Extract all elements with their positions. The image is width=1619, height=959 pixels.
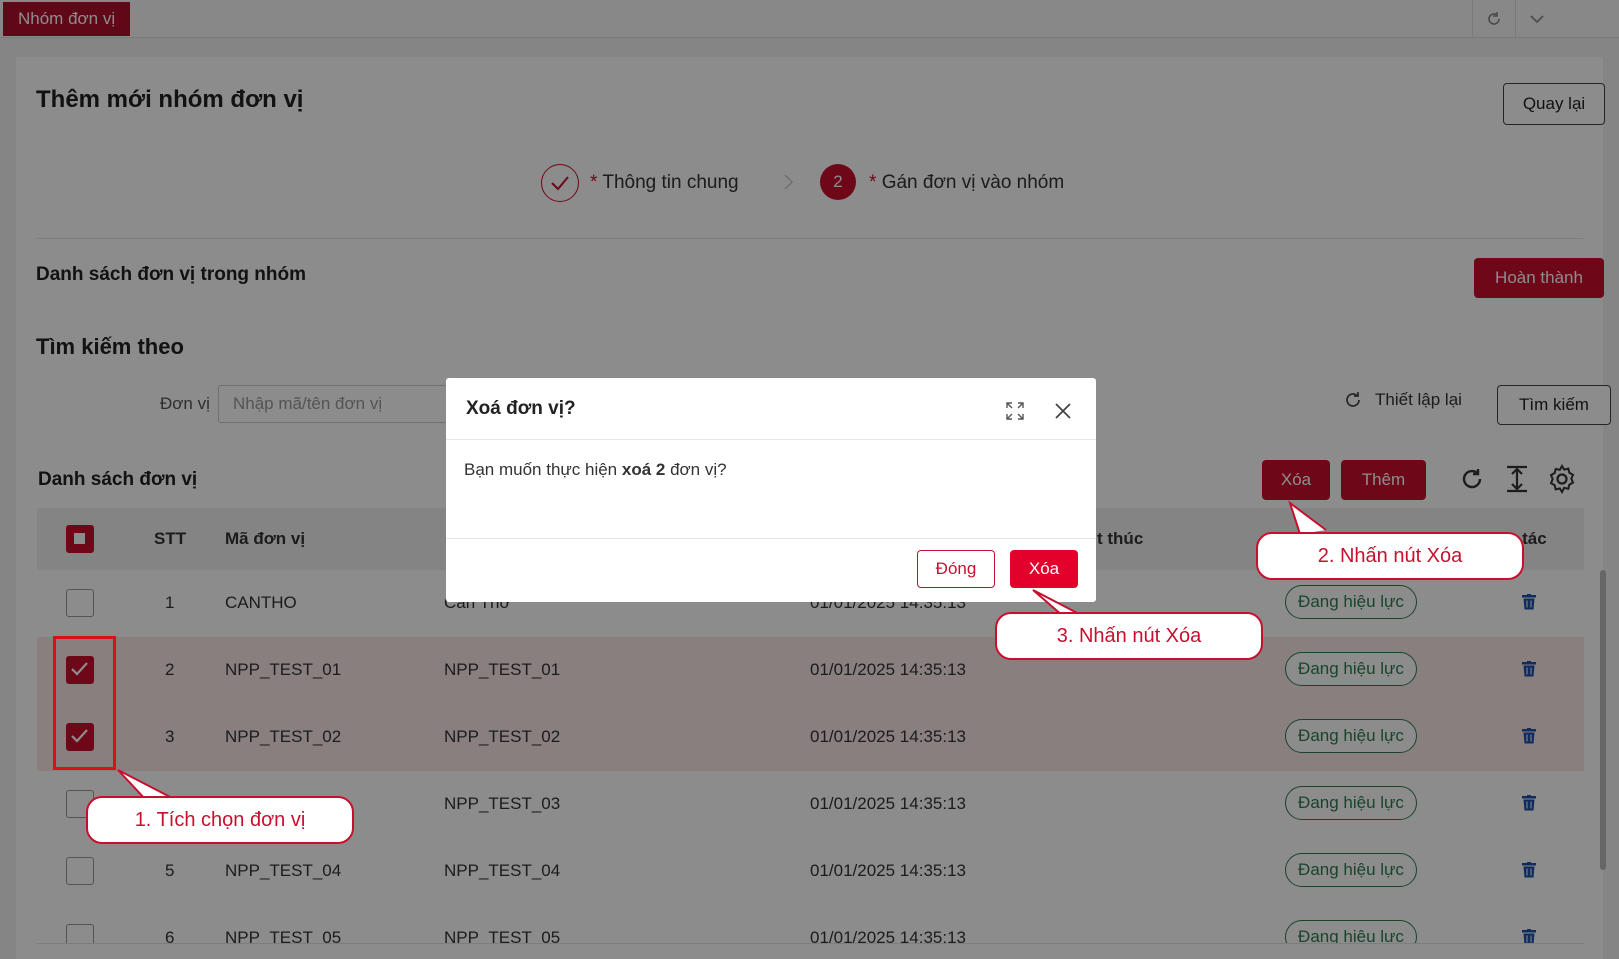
callout-step-2: 2. Nhấn nút Xóa [1256, 532, 1524, 580]
callout-step-1: 1. Tích chọn đơn vị [86, 796, 354, 844]
callout-step-3: 3. Nhấn nút Xóa [995, 612, 1263, 660]
